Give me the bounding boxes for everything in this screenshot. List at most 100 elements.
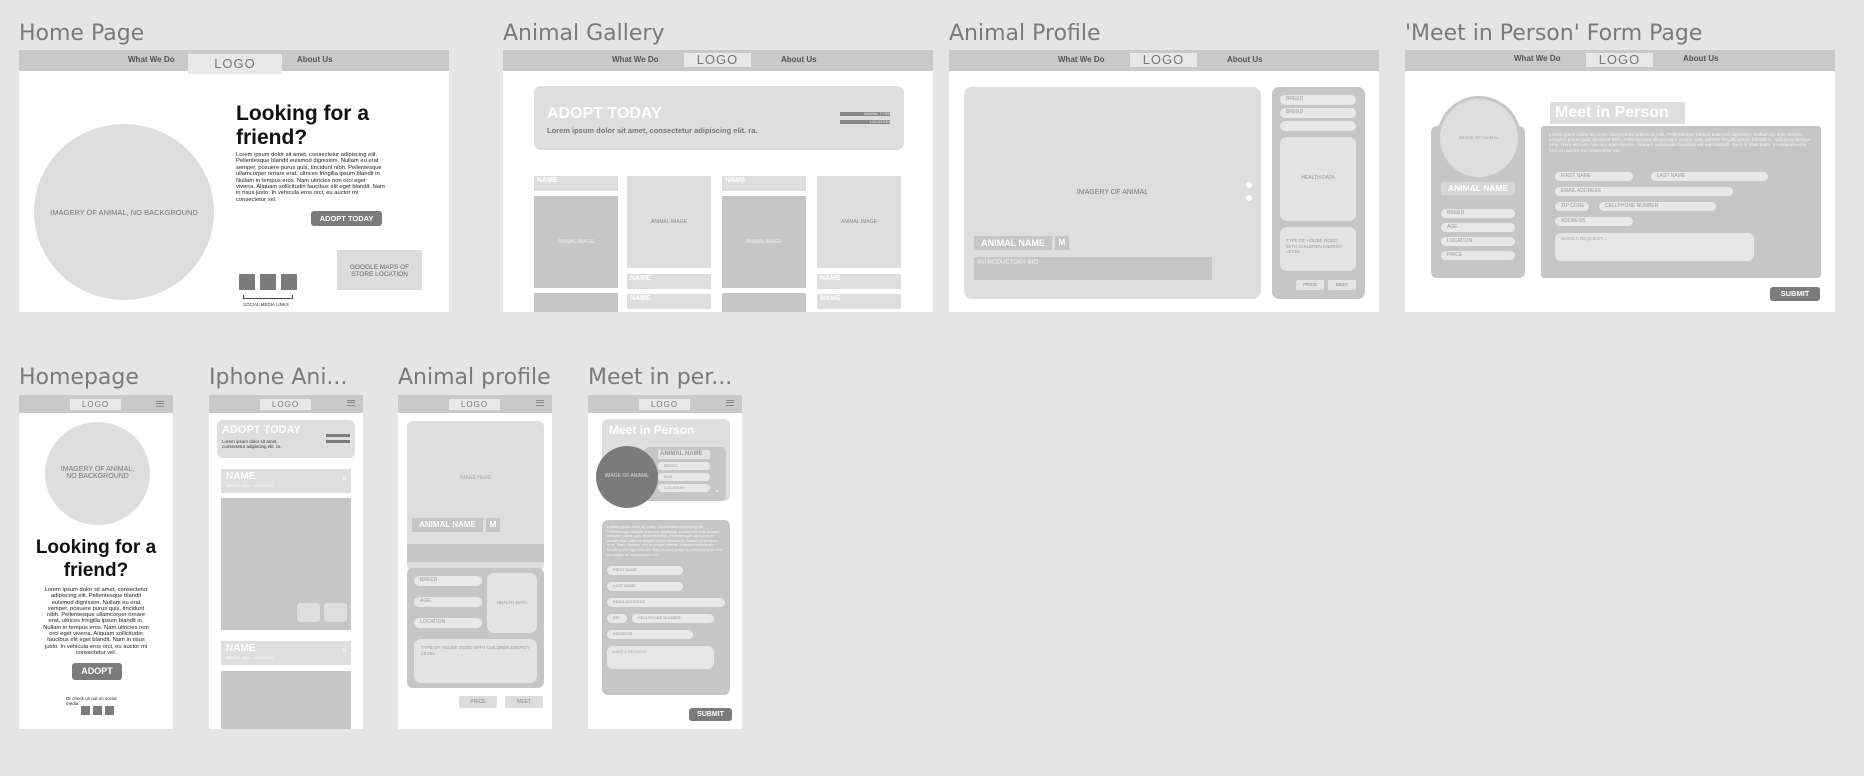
headline: Looking for a friend? <box>35 537 157 581</box>
cellphone-input[interactable]: CELLPHONE NUMBER <box>1599 202 1716 211</box>
animal-card-image[interactable]: ANIMAL IMAGE <box>817 176 901 268</box>
animal-card-image[interactable]: ANIMAL IMAGE <box>722 196 806 288</box>
card-name[interactable]: NAME <box>722 176 806 191</box>
card-header[interactable]: NAME BREED, AGE, LOCATION › <box>221 469 351 493</box>
meet-form-frame: What We Do LOGO About Us IMAGE OF ANIMAL… <box>1405 50 1835 312</box>
chevron-right-icon[interactable]: › <box>342 473 345 484</box>
card-header[interactable]: NAME BREED, AGE, LOCATION › <box>221 641 351 665</box>
chevron-down-icon[interactable]: ⌄ <box>714 485 721 494</box>
social-icon[interactable] <box>281 274 297 290</box>
frame-title-meet-form: 'Meet in Person' Form Page <box>1405 21 1703 46</box>
form-intro-text: Lorem ipsum dolor sit amet, consectetur … <box>1549 133 1812 154</box>
price-button[interactable]: PRICE <box>1296 280 1324 290</box>
chevron-right-icon[interactable]: › <box>342 645 345 656</box>
request-textarea[interactable]: MAKE A REQUEST... <box>1555 233 1754 261</box>
nav-what-we-do[interactable]: What We Do <box>1058 55 1105 64</box>
logo[interactable]: LOGO <box>684 53 751 67</box>
age-field: AGE <box>414 597 482 607</box>
animal-card-image[interactable] <box>221 498 351 630</box>
nav-about-us[interactable]: About Us <box>1683 54 1719 63</box>
filter-animal-type[interactable]: ANIMAL TYPE <box>840 112 890 116</box>
social-icon[interactable] <box>93 706 102 715</box>
animal-card-image[interactable] <box>534 293 618 312</box>
logo[interactable]: LOGO <box>449 399 500 410</box>
menu-icon[interactable] <box>726 400 734 406</box>
logo[interactable]: LOGO <box>639 399 690 410</box>
card-name[interactable]: NAME <box>627 294 711 309</box>
animal-card-image[interactable]: ANIMAL IMAGE <box>534 196 618 288</box>
submit-button[interactable]: SUBMIT <box>1770 287 1820 301</box>
animal-profile-mobile-frame: LOGO IMAGE HERE ANIMAL NAME M BREED AGE … <box>398 395 552 729</box>
nav-about-us[interactable]: About Us <box>781 55 817 64</box>
address-input[interactable]: ADDRESS <box>607 630 693 639</box>
request-textarea[interactable]: MAKE A REQUEST... <box>607 646 714 669</box>
menu-icon[interactable] <box>156 401 164 407</box>
card-name[interactable]: NAME <box>627 274 711 289</box>
logo[interactable]: LOGO <box>70 399 121 410</box>
nav-what-we-do[interactable]: What We Do <box>1514 54 1561 63</box>
breed-field: BREED <box>1280 95 1356 105</box>
nav-what-we-do[interactable]: What We Do <box>128 55 175 64</box>
social-icon[interactable] <box>260 274 276 290</box>
animal-card-image[interactable] <box>221 671 351 729</box>
breed-field: BREED <box>1441 209 1515 218</box>
thumbnail[interactable] <box>324 603 347 622</box>
first-name-input[interactable]: FIRST NAME <box>1555 172 1633 181</box>
social-icon[interactable] <box>239 274 255 290</box>
menu-icon[interactable] <box>347 400 355 406</box>
social-icon[interactable] <box>105 706 114 715</box>
sex-badge: M <box>486 518 500 532</box>
email-input[interactable]: EMAIL ADDRESS <box>607 598 725 607</box>
nav-what-we-do[interactable]: What We Do <box>612 55 659 64</box>
image-placeholder-label: IMAGERY OF ANIMAL, NO BACKGROUND <box>50 208 198 217</box>
first-name-input[interactable]: FIRST NAME <box>607 566 683 575</box>
nav-about-us[interactable]: About Us <box>1227 55 1263 64</box>
store-map-placeholder[interactable]: GOOGLE MAPS OF STORE LOCATION <box>337 250 422 290</box>
zip-input[interactable]: ZIP <box>607 614 627 623</box>
thumbnail[interactable] <box>297 603 320 622</box>
image-placeholder-label: IMAGE OF ANIMAL <box>604 473 650 479</box>
filter-location[interactable] <box>326 440 350 443</box>
adopt-banner: ADOPT TODAY Lorem ipsum dolor sit amet, … <box>217 420 355 458</box>
animal-side-card: IMAGE OF ANIMAL ANIMAL NAME BREED AGE LO… <box>1431 96 1525 278</box>
top-nav: What We Do LOGO About Us <box>19 50 449 74</box>
animal-profile-frame: What We Do LOGO About Us IMAGERY OF ANIM… <box>949 50 1379 312</box>
price-button[interactable]: PRICE <box>459 696 497 708</box>
nav-about-us[interactable]: About Us <box>297 55 333 64</box>
card-name[interactable]: NAME <box>817 274 901 289</box>
animal-details-panel: BREED BREED HEALTH DATA TYPE OF HOUSE GO… <box>1272 87 1365 299</box>
meet-button[interactable]: MEET <box>1328 280 1356 290</box>
card-subtitle: BREED, AGE, LOCATION <box>226 483 273 488</box>
logo[interactable]: LOGO <box>1586 53 1653 67</box>
meet-form-panel: Lorem ipsum dolor sit amet, consectetur … <box>602 520 730 695</box>
logo[interactable]: LOGO <box>1130 53 1197 67</box>
address-input[interactable]: ADDRESS <box>1555 217 1633 226</box>
filter-animal-type[interactable] <box>326 434 350 437</box>
card-name[interactable]: NAME <box>817 294 901 309</box>
health-data-box: HEALTH DATA <box>1280 137 1356 221</box>
top-nav: LOGO <box>19 395 173 413</box>
animal-card-image[interactable] <box>722 293 806 312</box>
card-name[interactable]: NAME <box>534 176 618 191</box>
logo[interactable]: LOGO <box>188 54 282 74</box>
animal-card-image[interactable]: ANIMAL IMAGE <box>627 176 711 268</box>
filter-location[interactable]: LOCATION <box>840 120 890 124</box>
card-name: NAME <box>226 643 256 654</box>
card-image-label: ANIMAL IMAGE <box>746 239 782 245</box>
adopt-button[interactable]: ADOPT <box>72 663 122 680</box>
last-name-input[interactable]: LAST NAME <box>1651 172 1768 181</box>
logo[interactable]: LOGO <box>260 399 311 410</box>
cellphone-input[interactable]: CELLPHONE NUMBER <box>632 614 714 623</box>
submit-button[interactable]: SUBMIT <box>689 708 732 721</box>
carousel-dot[interactable] <box>1246 182 1252 188</box>
home-page-frame: What We Do LOGO About Us IMAGERY OF ANIM… <box>19 50 449 312</box>
menu-icon[interactable] <box>536 400 544 406</box>
adopt-today-button[interactable]: ADOPT TODAY <box>311 211 382 226</box>
zip-input[interactable]: ZIP CODE <box>1555 202 1589 211</box>
carousel-dot[interactable] <box>1246 195 1252 201</box>
last-name-input[interactable]: LAST NAME <box>607 582 683 591</box>
email-input[interactable]: EMAIL ADDRESS <box>1555 187 1733 196</box>
card-image-label: ANIMAL IMAGE <box>558 239 594 245</box>
meet-button[interactable]: MEET <box>505 696 543 708</box>
social-icon[interactable] <box>81 706 90 715</box>
